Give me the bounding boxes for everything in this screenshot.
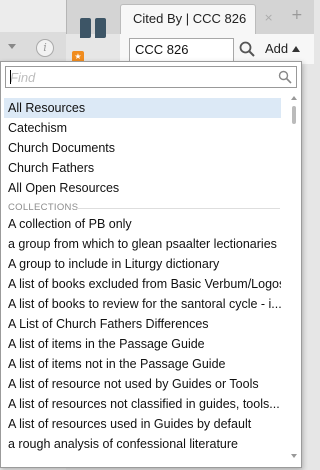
collection-item[interactable]: A list of items not in the Passage Guide bbox=[4, 354, 281, 374]
list-item[interactable]: All Open Resources bbox=[4, 178, 281, 198]
collection-item[interactable]: A List of Church Fathers Differences bbox=[4, 314, 281, 334]
collection-item[interactable]: A list of resources used in Guides by de… bbox=[4, 414, 281, 434]
text-caret bbox=[10, 70, 11, 84]
info-icon[interactable]: i bbox=[36, 39, 54, 57]
list-item[interactable]: Church Fathers bbox=[4, 158, 281, 178]
list-item[interactable]: Catechism bbox=[4, 118, 281, 138]
list-scrollbar[interactable] bbox=[288, 92, 300, 464]
chevron-down-icon[interactable] bbox=[8, 44, 16, 49]
collection-item[interactable]: A list of books to review for the santor… bbox=[4, 294, 281, 314]
search-icon[interactable] bbox=[238, 40, 256, 58]
collection-item[interactable]: A list of books excluded from Basic Verb… bbox=[4, 274, 281, 294]
add-button[interactable]: Add bbox=[265, 41, 301, 56]
resource-picker-dropdown: All Resources Catechism Church Documents… bbox=[0, 61, 302, 468]
section-divider bbox=[77, 208, 280, 209]
scroll-up-arrow-icon[interactable] bbox=[291, 96, 297, 100]
tab-cited-by[interactable]: Cited By | CCC 826 bbox=[120, 4, 256, 34]
close-tab-icon[interactable]: × bbox=[264, 11, 273, 24]
collection-item[interactable]: A list of resource not used by Guides or… bbox=[4, 374, 281, 394]
reference-input[interactable]: CCC 826 bbox=[129, 38, 234, 62]
collection-item[interactable]: A collection of PB only bbox=[4, 214, 281, 234]
list-item[interactable]: Church Documents bbox=[4, 138, 281, 158]
cited-by-panel-icon[interactable] bbox=[76, 18, 108, 52]
search-icon[interactable] bbox=[278, 70, 292, 84]
collection-item[interactable]: A group to include in Liturgy dictionary bbox=[4, 254, 281, 274]
list-item[interactable]: All Resources bbox=[4, 98, 281, 118]
add-button-label: Add bbox=[265, 41, 289, 56]
scroll-down-arrow-icon[interactable] bbox=[291, 454, 297, 458]
section-header-collections: COLLECTIONS bbox=[8, 202, 79, 213]
collection-item[interactable]: A list of items in the Passage Guide bbox=[4, 334, 281, 354]
collection-item[interactable]: a rough analysis of confessional literat… bbox=[4, 434, 281, 454]
collection-item[interactable]: A list of resources not classified in gu… bbox=[4, 394, 281, 414]
find-field[interactable] bbox=[5, 66, 297, 88]
tab-title: Cited By | CCC 826 bbox=[133, 11, 247, 26]
find-input[interactable] bbox=[8, 68, 268, 86]
collection-item[interactable]: a group from which to glean psaalter lec… bbox=[4, 234, 281, 254]
caret-up-icon bbox=[292, 46, 301, 52]
scroll-thumb[interactable] bbox=[292, 106, 296, 124]
new-tab-button[interactable]: + bbox=[291, 7, 303, 23]
